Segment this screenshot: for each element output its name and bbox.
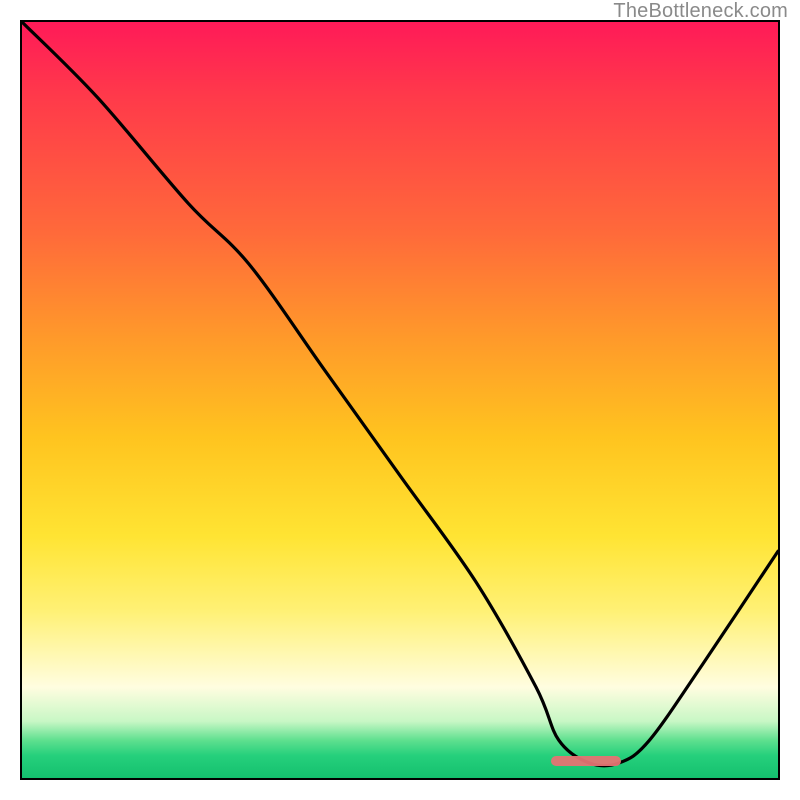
plot-area [20, 20, 780, 780]
chart-container: TheBottleneck.com [0, 0, 800, 800]
optimal-range-marker [551, 756, 621, 766]
bottleneck-curve [22, 22, 778, 778]
